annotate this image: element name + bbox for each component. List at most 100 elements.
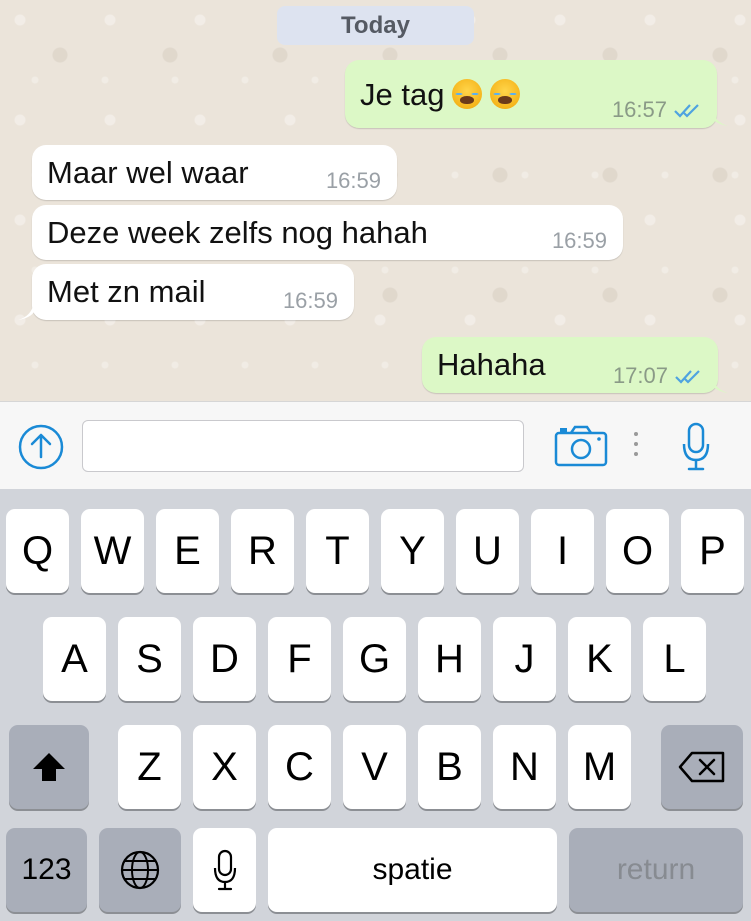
message-text: Maar wel waar xyxy=(47,155,249,190)
date-label: Today xyxy=(341,11,410,39)
key-j[interactable]: J xyxy=(493,617,556,701)
message-meta: 17:07 xyxy=(613,363,704,389)
key-b[interactable]: B xyxy=(418,725,481,809)
key-x[interactable]: X xyxy=(193,725,256,809)
key-label: A xyxy=(61,636,88,681)
backspace-key[interactable] xyxy=(661,725,743,809)
dictation-key[interactable] xyxy=(193,828,256,912)
message-meta: 16:57 xyxy=(612,97,703,123)
key-label: I xyxy=(556,528,569,573)
message-text: Met zn mail xyxy=(47,274,206,309)
key-label: Y xyxy=(399,528,426,573)
date-divider: Today xyxy=(277,6,474,45)
key-label: O xyxy=(621,528,654,573)
message-time: 16:57 xyxy=(611,97,667,122)
dictation-mic-icon xyxy=(213,849,236,891)
message-bubble-incoming[interactable]: Maar wel waar 16:59 xyxy=(32,145,397,200)
message-time: 17:07 xyxy=(612,363,668,388)
message-input-bar xyxy=(0,401,751,489)
keyboard: 123 spatie return QWE R T Y U I OP A S D F GH J K L Z X C… xyxy=(0,489,751,921)
numbers-key-label: 123 xyxy=(21,853,72,886)
key-label: F xyxy=(287,636,312,681)
key-label: G xyxy=(358,636,391,681)
message-text: Hahaha xyxy=(437,347,546,382)
key-s[interactable]: S xyxy=(118,617,181,701)
key-n[interactable]: N xyxy=(493,725,556,809)
key-label: B xyxy=(436,744,463,789)
return-key[interactable]: return xyxy=(569,828,743,912)
key-label: L xyxy=(663,636,686,681)
key-label: K xyxy=(586,636,613,681)
key-label: P xyxy=(699,528,726,573)
key-label: N xyxy=(510,744,539,789)
read-ticks-icon xyxy=(674,104,699,118)
key-label: Z xyxy=(137,744,162,789)
key-y[interactable]: Y xyxy=(381,509,444,593)
key-label: X xyxy=(211,744,238,789)
key-label: D xyxy=(210,636,239,681)
key-w[interactable]: W xyxy=(81,509,144,593)
key-c[interactable]: C xyxy=(268,725,331,809)
numbers-key[interactable]: 123 xyxy=(6,828,87,912)
key-label: M xyxy=(582,744,617,789)
message-bubble-outgoing[interactable]: Je tag 16:57 xyxy=(345,60,717,128)
key-label: E xyxy=(174,528,201,573)
key-f[interactable]: F xyxy=(268,617,331,701)
key-t[interactable]: T xyxy=(306,509,369,593)
key-label: T xyxy=(325,528,350,573)
key-label: S xyxy=(136,636,163,681)
message-bubble-incoming[interactable]: Deze week zelfs nog hahah 16:59 xyxy=(32,205,623,260)
message-bubble-outgoing[interactable]: Hahaha 17:07 xyxy=(422,337,718,393)
message-input[interactable] xyxy=(82,420,524,472)
space-key-label: spatie xyxy=(372,853,453,886)
bubble-tail xyxy=(712,108,728,126)
globe-key[interactable] xyxy=(99,828,181,912)
key-k[interactable]: K xyxy=(568,617,631,701)
camera-button[interactable] xyxy=(552,422,610,470)
key-p[interactable]: P xyxy=(681,509,744,593)
bubble-tail xyxy=(712,375,728,393)
microphone-icon xyxy=(682,422,710,471)
space-key[interactable]: spatie xyxy=(268,828,557,912)
key-label: W xyxy=(93,528,132,573)
key-z[interactable]: Z xyxy=(118,725,181,809)
key-a[interactable]: A xyxy=(43,617,106,701)
message-time: 16:59 xyxy=(325,168,381,193)
key-label: C xyxy=(285,744,314,789)
read-ticks-icon xyxy=(675,370,700,384)
key-label: U xyxy=(473,528,502,573)
message-time: 16:59 xyxy=(551,228,607,253)
key-r[interactable]: R xyxy=(231,509,294,593)
key-h[interactable]: H xyxy=(418,617,481,701)
backspace-icon xyxy=(678,751,725,783)
shift-key[interactable] xyxy=(9,725,89,809)
globe-icon xyxy=(120,850,160,890)
message-text: Deze week zelfs nog hahah xyxy=(47,215,428,250)
share-up-button[interactable] xyxy=(16,422,66,472)
voice-record-button[interactable] xyxy=(676,420,716,474)
key-label: R xyxy=(248,528,277,573)
shift-icon xyxy=(33,753,65,781)
key-label: Q xyxy=(21,528,54,573)
key-g[interactable]: G xyxy=(343,617,406,701)
key-o[interactable]: O xyxy=(606,509,669,593)
loudly-crying-face-emoji-icon xyxy=(490,79,521,109)
more-dots-icon xyxy=(633,432,639,460)
message-bubble-incoming[interactable]: Met zn mail 16:59 xyxy=(32,264,354,320)
key-q[interactable]: Q xyxy=(6,509,69,593)
key-u[interactable]: U xyxy=(456,509,519,593)
key-label: H xyxy=(435,636,464,681)
key-e[interactable]: E xyxy=(156,509,219,593)
key-v[interactable]: V xyxy=(343,725,406,809)
message-time: 16:59 xyxy=(282,288,338,313)
share-up-icon xyxy=(18,424,64,470)
key-l[interactable]: L xyxy=(643,617,706,701)
chat-area[interactable]: Today Je tag 16:57 Maar wel waar 16:59 D… xyxy=(0,0,751,401)
key-d[interactable]: D xyxy=(193,617,256,701)
message-text-content: Je tag xyxy=(360,77,445,112)
key-label: V xyxy=(361,744,388,789)
key-m[interactable]: M xyxy=(568,725,631,809)
key-label: J xyxy=(514,636,535,681)
return-key-label: return xyxy=(616,853,696,886)
key-i[interactable]: I xyxy=(531,509,594,593)
